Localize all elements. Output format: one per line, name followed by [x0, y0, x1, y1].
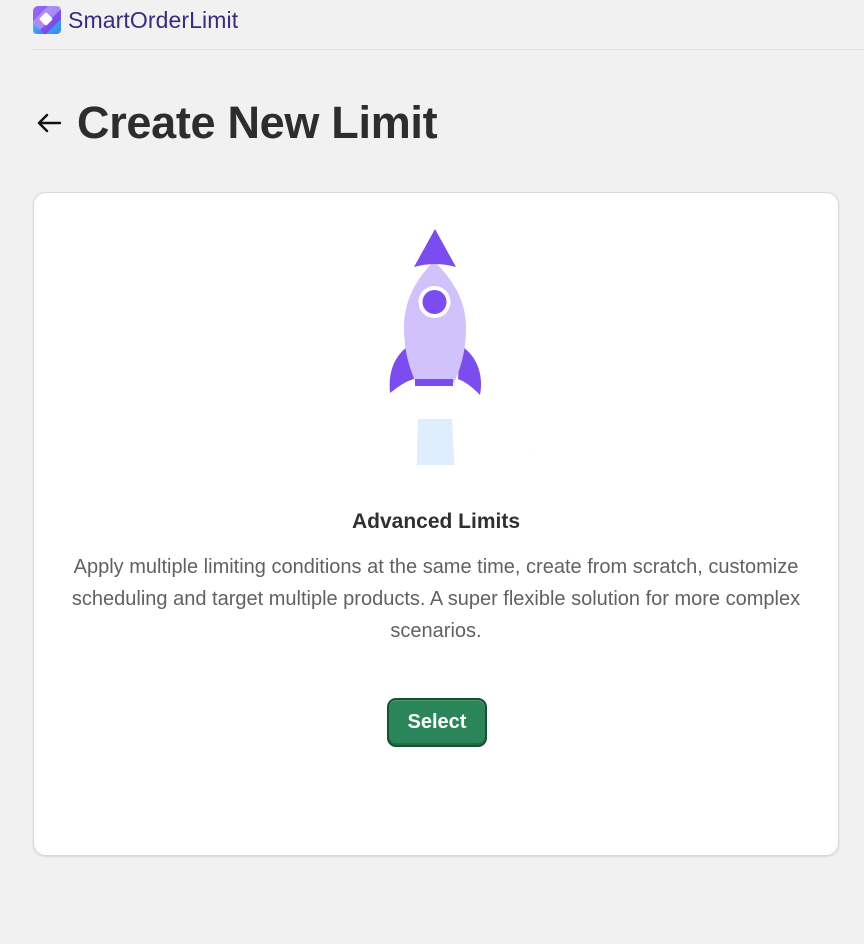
- smartorderlimit-logo-icon: [33, 6, 61, 34]
- page-header: Create New Limit: [34, 96, 438, 150]
- rocket-nose: [414, 229, 456, 267]
- app-logo[interactable]: SmartOrderLimit: [32, 5, 238, 35]
- logo-text-part2: OrderLimit: [129, 7, 239, 33]
- app-root: SmartOrderLimit Create New Limit Advance…: [0, 0, 864, 944]
- arrow-left-icon: [37, 113, 62, 133]
- select-button[interactable]: Select: [387, 698, 487, 747]
- back-button[interactable]: [34, 101, 64, 145]
- app-logo-text: SmartOrderLimit: [68, 5, 238, 35]
- logo-text-part1: Smart: [68, 7, 130, 33]
- rocket-body: [404, 261, 466, 383]
- rocket-exhaust: [416, 419, 455, 465]
- top-bar: SmartOrderLimit: [32, 0, 864, 50]
- page-title: Create New Limit: [77, 97, 438, 148]
- rocket-base-band: [415, 379, 453, 386]
- card-title: Advanced Limits: [351, 510, 521, 533]
- card-description: Apply multiple limiting conditions at th…: [71, 556, 801, 642]
- rocket-illustration: [389, 229, 536, 465]
- advanced-limits-card: Advanced Limits Apply multiple limiting …: [33, 192, 839, 856]
